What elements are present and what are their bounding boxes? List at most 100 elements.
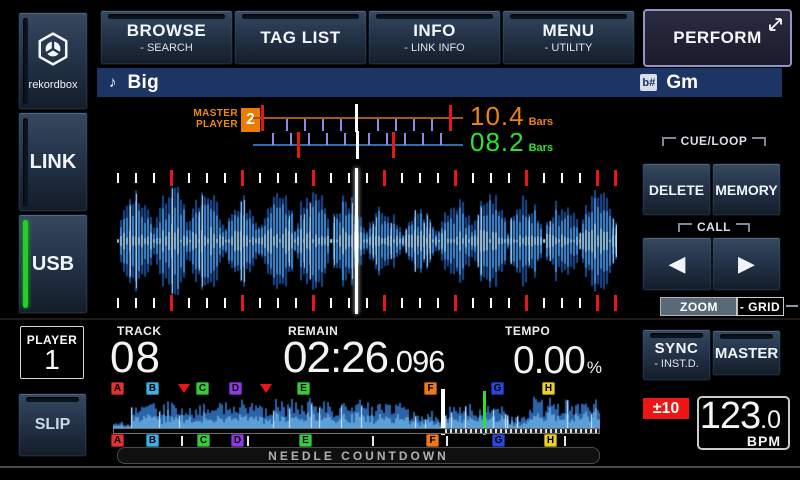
bracket-left (662, 137, 676, 146)
hot-cue-d[interactable]: D (231, 434, 244, 447)
cue-memory-button[interactable]: MEMORY (712, 163, 781, 216)
tempo-number: 0.00 (513, 341, 585, 380)
hot-cue-e[interactable]: E (299, 434, 312, 447)
bracket-right (752, 137, 766, 146)
tab-info[interactable]: INFO - LINK INFO (368, 10, 501, 65)
beat-tick-beat (188, 298, 190, 308)
tab-menu[interactable]: MENU - UTILITY (502, 10, 635, 65)
music-note-icon: ♪ (109, 74, 117, 91)
cdj-touchscreen: BROWSE - SEARCH TAG LIST INFO - LINK INF… (0, 0, 800, 480)
beat-tick-beat (259, 173, 261, 183)
sidebar-item-rekordbox[interactable]: rekordbox (18, 12, 88, 110)
cue-loop-text: CUE/LOOP (681, 134, 748, 148)
phase-beat-tick (422, 133, 424, 145)
tab-browse[interactable]: BROWSE - SEARCH (100, 10, 233, 65)
master-player-number-badge: 2 (241, 108, 260, 132)
call-text: CALL (697, 220, 731, 234)
beat-tick-beat (348, 298, 350, 308)
section-divider (0, 318, 800, 320)
sidebar-item-link[interactable]: LINK (18, 112, 88, 212)
master-bars-number: 10.4 (470, 103, 525, 129)
beat-tick-bar (454, 295, 457, 311)
needle-countdown-bar: NEEDLE COUNTDOWN (117, 447, 600, 464)
beat-tick-beat (401, 173, 403, 183)
tab-browse-sublabel: - SEARCH (140, 42, 193, 54)
phase-bar-tick (449, 105, 452, 131)
tab-groove (376, 14, 493, 19)
beat-tick-beat (419, 173, 421, 183)
tab-groove (108, 14, 225, 19)
beat-tick-beat (437, 298, 439, 308)
tab-menu-label: MENU (542, 21, 594, 41)
overview-waveform[interactable] (113, 391, 600, 428)
perform-button[interactable]: PERFORM (643, 9, 792, 67)
player-bars-number: 08.2 (470, 129, 525, 155)
beat-tick-beat (277, 173, 279, 183)
hot-cue-g[interactable]: G (492, 434, 505, 447)
tempo-display: 0.00 % (498, 341, 602, 380)
hot-cue-c[interactable]: C (197, 434, 210, 447)
phase-beat-tick (404, 133, 406, 145)
phase-bar-tick (261, 105, 264, 131)
beat-tick-beat (561, 298, 563, 308)
bracket-left (678, 223, 692, 232)
bars-unit: Bars (529, 143, 553, 154)
tab-groove (23, 18, 28, 104)
beat-tick-bar (241, 295, 244, 311)
tab-groove (720, 334, 773, 339)
hot-cue-b[interactable]: B (146, 434, 159, 447)
beat-tick-beat (330, 298, 332, 308)
beat-tick-beat (153, 298, 155, 308)
sync-button[interactable]: SYNC - INST.D. (642, 329, 711, 381)
slip-label: SLIP (35, 416, 71, 434)
beat-tick-beat (277, 298, 279, 308)
beat-tick-beat (366, 298, 368, 308)
cue-delete-button[interactable]: DELETE (642, 163, 711, 216)
beat-tick-beat (472, 298, 474, 308)
phrase-tick (247, 436, 249, 446)
key-value: Gm (666, 72, 698, 94)
key-icon: b# (640, 74, 657, 91)
zoom-toggle[interactable]: ZOOM (660, 297, 738, 316)
grid-toggle[interactable]: - GRID (736, 297, 784, 316)
sidebar-item-usb[interactable]: USB (18, 214, 88, 314)
beat-tick-bar (170, 170, 173, 186)
track-title: Big (128, 72, 160, 94)
phase-beat-tick (272, 133, 274, 145)
beat-tick-beat (508, 173, 510, 183)
phase-bar-tick (297, 132, 300, 158)
beat-tick-beat (135, 173, 137, 183)
bpm-integer: 123 (700, 397, 760, 435)
phase-bar-tick (392, 132, 395, 158)
progress-remaining-hatch (445, 429, 599, 433)
phase-beat-tick (368, 133, 370, 145)
beat-tick-bar (312, 170, 315, 186)
phase-beat-tick (286, 119, 288, 131)
link-label: LINK (30, 151, 77, 174)
beat-tick-bar (312, 295, 315, 311)
hot-cue-h[interactable]: H (544, 434, 557, 447)
slip-button[interactable]: SLIP (18, 393, 87, 457)
beat-tick-bar (525, 170, 528, 186)
hot-cue-a[interactable]: A (111, 434, 124, 447)
beat-tick-beat (206, 298, 208, 308)
cue-call-prev-button[interactable]: ◀ (642, 237, 712, 291)
tab-groove (26, 397, 79, 402)
master-label-line1: MASTER (178, 108, 238, 119)
phase-beat-tick (340, 119, 342, 131)
tab-tag-list[interactable]: TAG LIST (234, 10, 367, 65)
tab-groove (510, 14, 627, 19)
beat-tick-beat (561, 173, 563, 183)
remain-time-display: 02:26 .096 (283, 336, 444, 380)
track-number: 08 (110, 336, 161, 380)
master-button[interactable]: MASTER (712, 330, 781, 376)
hot-cue-f[interactable]: F (426, 434, 439, 447)
main-waveform[interactable] (117, 185, 617, 297)
usb-label: USB (32, 253, 74, 276)
beat-tick-beat (348, 173, 350, 183)
cue-loop-group-label: CUE/LOOP (646, 134, 782, 148)
beat-tick-beat (579, 298, 581, 308)
cue-call-next-button[interactable]: ▶ (712, 237, 781, 291)
player-number: 1 (44, 347, 60, 373)
beat-tick-beat (437, 173, 439, 183)
